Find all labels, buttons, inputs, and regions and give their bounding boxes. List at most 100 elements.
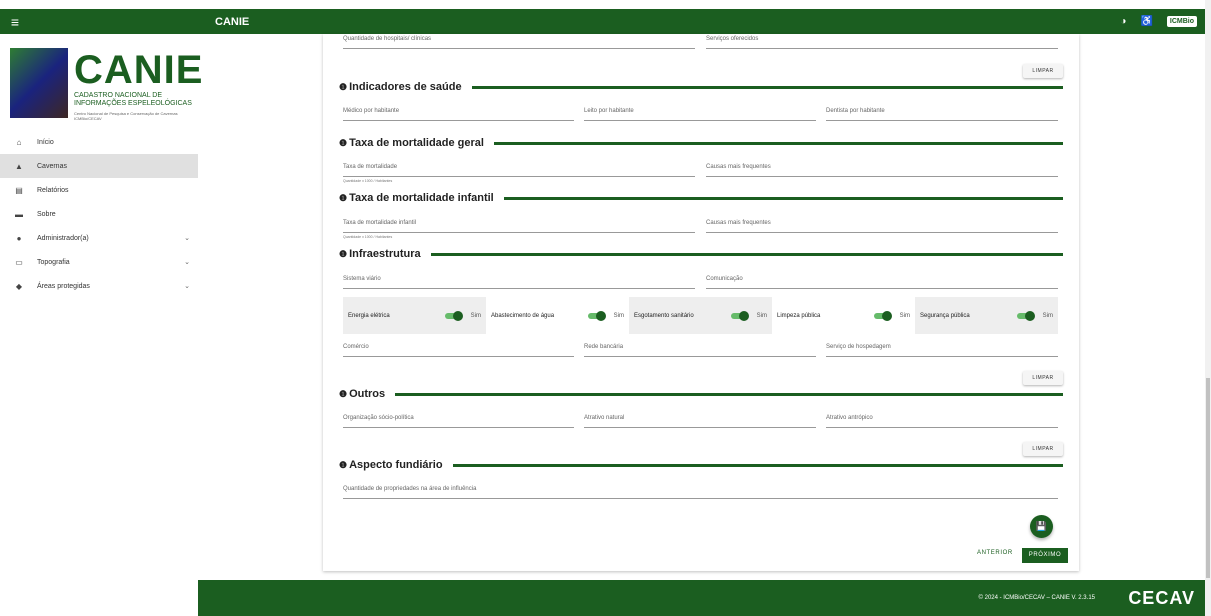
field-label: Organização sócio-política [343, 415, 414, 421]
info-icon[interactable]: ❶ [339, 249, 347, 260]
info-icon[interactable]: ❶ [339, 389, 347, 400]
top-app-bar: ≡ CANIE ◑ ♿ ICMBio [0, 9, 1205, 34]
switch-state: Sim [1042, 312, 1053, 319]
field-label: Taxa de mortalidade [343, 164, 398, 170]
previous-button[interactable]: ANTERIOR [977, 550, 1013, 556]
save-icon[interactable]: 💾 [1030, 515, 1053, 538]
field-label: Comércio [343, 344, 369, 350]
switch-energia[interactable]: Energia elétrica Sim [343, 297, 486, 334]
section-divider [493, 141, 1063, 145]
field-label: Serviço de hospedagem [826, 344, 891, 350]
field-label: Taxa de mortalidade infantil [343, 220, 417, 226]
section-divider [452, 463, 1063, 467]
switch-limpeza[interactable]: Limpeza pública Sim [772, 297, 915, 334]
clear-button[interactable]: LIMPAR [1023, 442, 1063, 456]
icmbio-logo: ICMBio [1166, 16, 1197, 27]
section-divider [430, 252, 1063, 256]
switch-state: Sim [613, 312, 624, 319]
sidebar-item-label: Topografia [37, 258, 70, 266]
brand-subtitle-2: Centro Nacional de Pesquisa e Conservaçã… [74, 111, 178, 121]
hospedagem-field[interactable]: Serviço de hospedagem [826, 343, 1058, 357]
toggle-switch[interactable] [874, 310, 892, 321]
field-label: Sistema viário [343, 276, 381, 282]
sidebar-item-label: Início [37, 138, 54, 146]
field-label: Causas mais frequentes [706, 220, 771, 226]
switch-seguranca[interactable]: Segurança pública Sim [915, 297, 1058, 334]
comunicacao-field[interactable]: Comunicação [706, 275, 1058, 289]
sistema-viario-field[interactable]: Sistema viário [343, 275, 695, 289]
section-mortalidade-infantil: ❶ Taxa de mortalidade infantil [339, 192, 1063, 204]
taxa-mortalidade-field[interactable]: Taxa de mortalidade [343, 163, 695, 177]
section-infraestrutura: ❶ Infraestrutura [339, 248, 1063, 260]
toggle-switch[interactable] [445, 310, 463, 321]
taxa-infantil-field[interactable]: Taxa de mortalidade infantil [343, 219, 695, 233]
servicos-field[interactable]: Serviços oferecidos [706, 35, 1058, 49]
leito-field[interactable]: Leito por habitante [584, 107, 816, 121]
field-label: Causas mais frequentes [706, 164, 771, 170]
chevron-down-icon[interactable]: ⌄ [184, 258, 190, 266]
sidebar-item-inicio[interactable]: ⌂ Início [0, 130, 198, 154]
section-title: Taxa de mortalidade geral [349, 137, 484, 149]
sidebar-item-cavernas[interactable]: ▲ Cavernas [0, 154, 198, 178]
app-title: CANIE [215, 15, 250, 28]
brand-subtitle: CADASTRO NACIONAL DE INFORMAÇÕES ESPELEO… [74, 92, 192, 107]
info-icon[interactable]: ❶ [339, 82, 347, 93]
info-icon[interactable]: ❶ [339, 138, 347, 149]
sidebar-item-label: Áreas protegidas [37, 282, 90, 290]
hint-text: Quantidade x 1000 / Habitantes [343, 179, 393, 183]
next-button[interactable]: PRÓXIMO [1022, 548, 1068, 563]
topbar-actions: ◑ ♿ ICMBio [1120, 16, 1197, 27]
hint-text: Quantidade x 1000 / Habitantes [343, 235, 393, 239]
toggle-switch[interactable] [1017, 310, 1035, 321]
cave-logo-image [10, 48, 68, 118]
toggle-switch[interactable] [731, 310, 749, 321]
dentista-field[interactable]: Dentista por habitante [826, 107, 1058, 121]
comercio-field[interactable]: Comércio [343, 343, 574, 357]
toggle-switch[interactable] [588, 310, 606, 321]
switch-label: Esgotamento sanitário [634, 312, 694, 319]
scrollbar[interactable] [1205, 0, 1211, 616]
canie-brand: CANIE CADASTRO NACIONAL DE INFORMAÇÕES E… [10, 48, 202, 121]
switch-label: Abastecimento de água [491, 312, 555, 319]
switch-label: Segurança pública [920, 312, 970, 319]
info-icon[interactable]: ❶ [339, 193, 347, 204]
switch-agua[interactable]: Abastecimento de água Sim [486, 297, 629, 334]
rede-bancaria-field[interactable]: Rede bancária [584, 343, 816, 357]
section-aspecto-fundiario: ❶ Aspecto fundiário [339, 459, 1063, 471]
accessibility-icon[interactable]: ♿ [1140, 16, 1152, 27]
section-title: Outros [349, 388, 386, 400]
sidebar-item-administrador[interactable]: ● Administrador(a) ⌄ [0, 226, 198, 250]
clear-button[interactable]: LIMPAR [1023, 371, 1063, 385]
sidebar-item-label: Cavernas [37, 162, 67, 170]
section-title: Taxa de mortalidade infantil [349, 192, 494, 204]
propriedades-field[interactable]: Quantidade de propriedades na área de in… [343, 485, 1058, 499]
switch-state: Sim [470, 312, 481, 319]
sidebar-item-topografia[interactable]: ▭ Topografia ⌄ [0, 250, 198, 274]
field-label: Atrativo natural [584, 415, 625, 421]
menu-icon[interactable]: ≡ [0, 14, 30, 30]
atrativo-antropico-field[interactable]: Atrativo antrópico [826, 414, 1058, 428]
contrast-icon[interactable]: ◑ [1120, 16, 1126, 27]
atrativo-natural-field[interactable]: Atrativo natural [584, 414, 816, 428]
brand-name: CANIE [74, 48, 204, 92]
sidebar-item-sobre[interactable]: ▬ Sobre [0, 202, 198, 226]
chevron-down-icon[interactable]: ⌄ [184, 234, 190, 242]
causas-field[interactable]: Causas mais frequentes [706, 163, 1058, 177]
switch-state: Sim [899, 312, 910, 319]
home-icon: ⌂ [16, 137, 22, 147]
causas-infantil-field[interactable]: Causas mais frequentes [706, 219, 1058, 233]
hospitais-field[interactable]: Quantidade de hospitais/ clínicas [343, 35, 695, 49]
sidebar-item-areas-protegidas[interactable]: ◆ Áreas protegidas ⌄ [0, 274, 198, 298]
scrollbar-thumb[interactable] [1206, 378, 1210, 578]
switch-esgotamento[interactable]: Esgotamento sanitário Sim [629, 297, 772, 334]
field-label: Dentista por habitante [826, 108, 885, 114]
sidebar-item-relatorios[interactable]: ▤ Relatórios [0, 178, 198, 202]
chevron-down-icon[interactable]: ⌄ [184, 282, 190, 290]
report-icon: ▤ [15, 185, 23, 195]
clear-button[interactable]: LIMPAR [1023, 64, 1063, 78]
organizacao-field[interactable]: Organização sócio-política [343, 414, 574, 428]
medico-field[interactable]: Médico por habitante [343, 107, 574, 121]
shield-icon: ◆ [15, 281, 23, 291]
cecav-logo: CECAV [1128, 587, 1195, 608]
info-icon[interactable]: ❶ [339, 460, 347, 471]
